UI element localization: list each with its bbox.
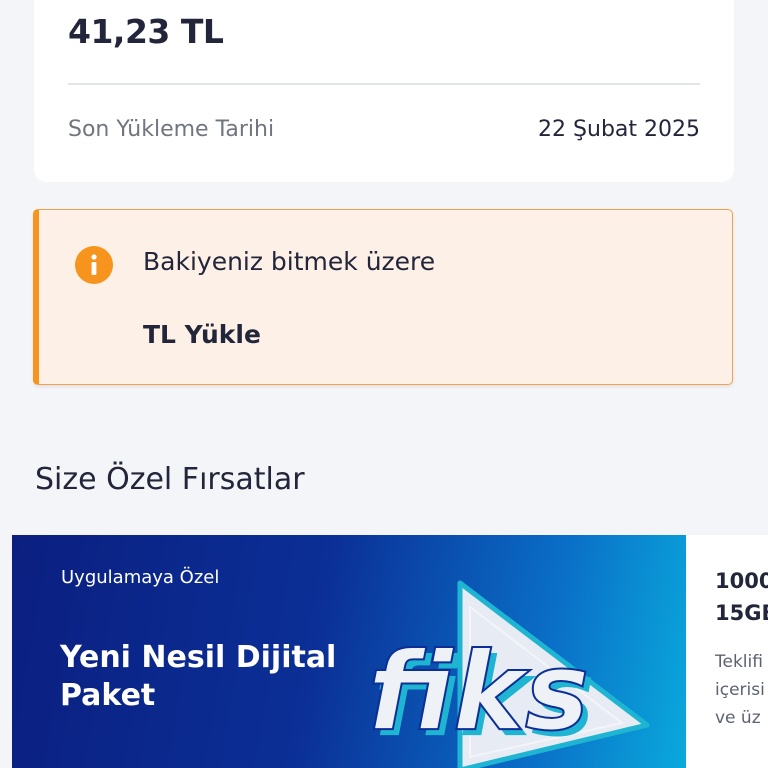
fiks-logo-text: fiks <box>368 630 589 755</box>
offer-banner[interactable]: Uygulamaya Özel Yeni Nesil Dijital Paket… <box>12 535 686 768</box>
offer-card-desc-line: Teklifi <box>715 652 763 672</box>
offer-card-title-line: 15GB <box>715 601 768 625</box>
warning-message: Bakiyeniz bitmek üzere <box>143 247 436 276</box>
section-title: Size Özel Fırsatlar <box>35 462 305 497</box>
last-load-date: 22 Şubat 2025 <box>538 117 700 142</box>
card-divider <box>68 83 700 85</box>
offer-card-title: 1000 15GB <box>715 565 768 629</box>
offer-card-desc-line: ve üz <box>715 708 761 728</box>
info-icon <box>75 246 113 284</box>
balance-amount: 41,23 TL <box>68 12 224 51</box>
fiks-logo: fiks fiks <box>367 580 650 768</box>
last-load-label: Son Yükleme Tarihi <box>68 117 275 142</box>
low-balance-warning: Bakiyeniz bitmek üzere TL Yükle <box>33 209 733 385</box>
offer-card-description: Teklifi içerisi ve üz <box>715 648 768 732</box>
banner-title: Yeni Nesil Dijital Paket <box>60 640 337 713</box>
banner-tag: Uygulamaya Özel <box>61 567 220 588</box>
top-up-link[interactable]: TL Yükle <box>143 320 261 349</box>
offer-card-desc-line: içerisi <box>715 680 765 700</box>
balance-card: 41,23 TL Son Yükleme Tarihi 22 Şubat 202… <box>34 0 734 182</box>
offer-card-partial[interactable]: 1000 15GB Teklifi içerisi ve üz <box>686 535 768 768</box>
offer-card-title-line: 1000 <box>715 569 768 593</box>
